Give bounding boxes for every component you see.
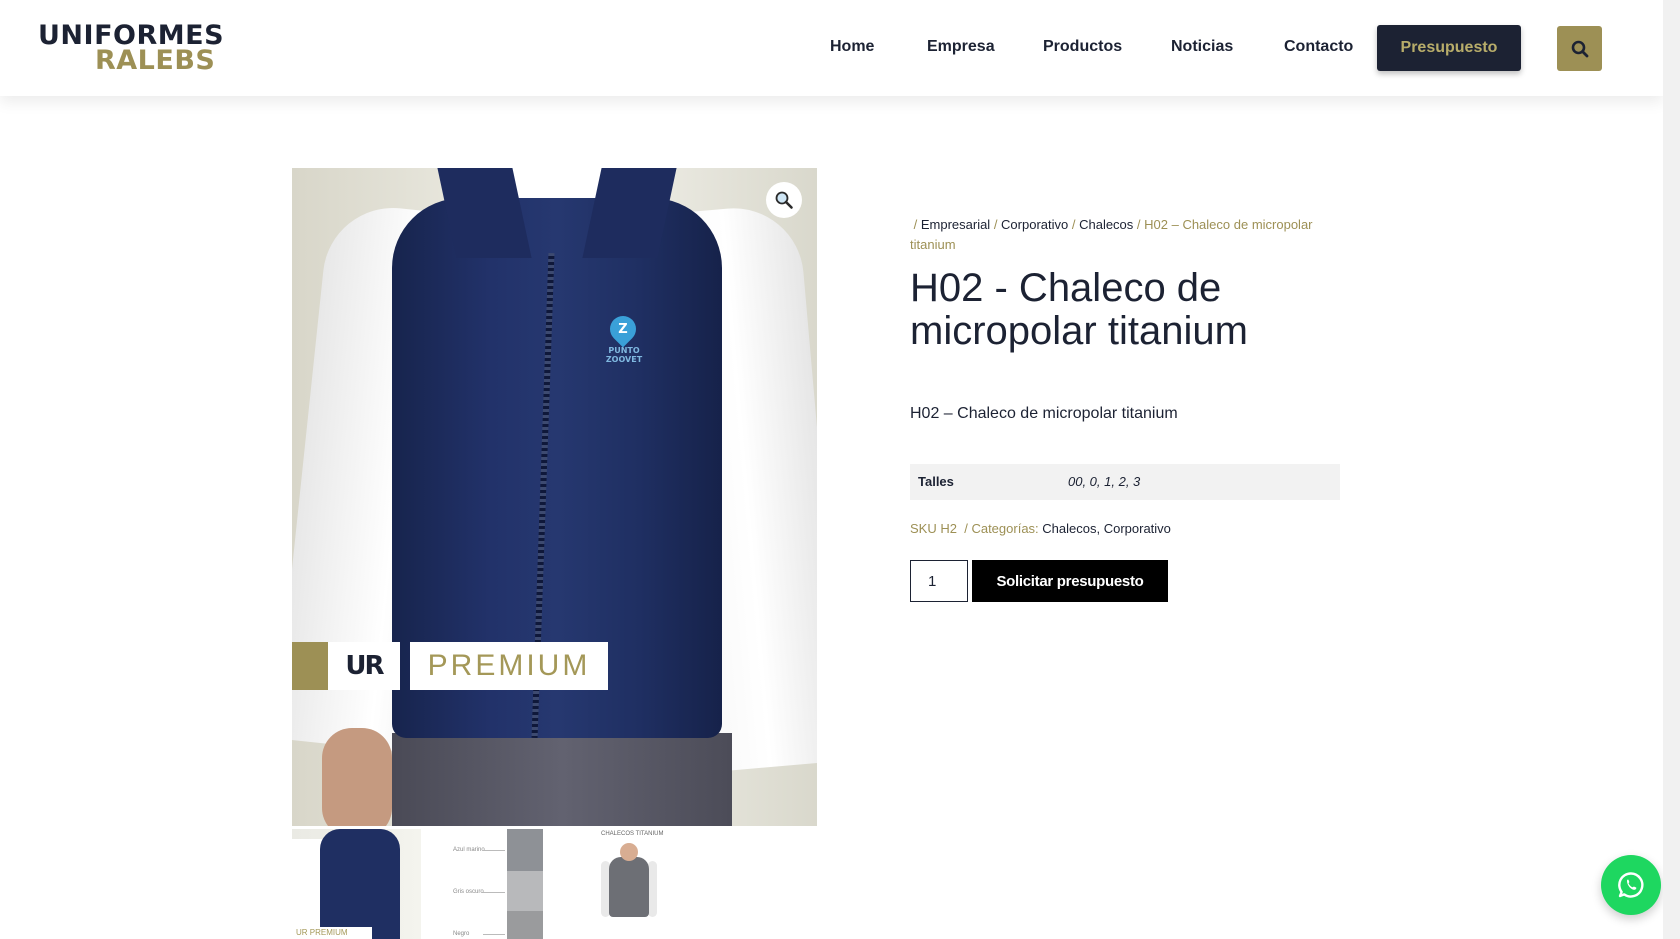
swatch-grey	[507, 871, 543, 911]
breadcrumb-sep: /	[910, 217, 921, 232]
category-link-corporativo[interactable]: Corporativo	[1104, 521, 1171, 536]
swatch-label-3: Negro	[453, 931, 470, 937]
swatch-label-1: Azul marino	[453, 847, 485, 853]
swatch-label-2: Gris oscuro	[453, 889, 484, 895]
map-pin-icon: Z	[604, 310, 642, 348]
presupuesto-button[interactable]: Presupuesto	[1377, 25, 1521, 71]
figure-arm-right	[648, 861, 657, 917]
breadcrumb-sep: /	[990, 217, 1002, 232]
product-main-image[interactable]: Z PUNTO ZOOVET UR PREMIUM	[292, 168, 817, 826]
nav-productos[interactable]: Productos	[1043, 38, 1122, 56]
premium-badge: PREMIUM	[410, 642, 608, 690]
request-quote-button[interactable]: Solicitar presupuesto	[972, 560, 1168, 602]
figure-head	[620, 843, 638, 861]
swatch-line-3	[483, 934, 505, 935]
site-header: UNIFORMES RALEBS Home Empresa Productos …	[0, 0, 1663, 96]
embroidered-logo-text: PUNTO ZOOVET	[605, 346, 643, 364]
search-icon	[1571, 40, 1588, 57]
figure-vest	[609, 857, 649, 917]
site-logo[interactable]: UNIFORMES RALEBS	[38, 22, 228, 76]
meta-sep: /	[960, 521, 972, 536]
product-meta: SKU H2 / Categorías: Chalecos, Corporati…	[910, 521, 1171, 536]
swatch-line-1	[483, 850, 505, 851]
category-link-chalecos[interactable]: Chalecos	[1042, 521, 1096, 536]
thumb-sleeve	[292, 839, 322, 939]
nav-contacto[interactable]: Contacto	[1284, 38, 1353, 56]
embroidered-logo: Z PUNTO ZOOVET	[602, 310, 642, 376]
page-scrollbar[interactable]	[1663, 0, 1680, 939]
hand	[322, 728, 392, 826]
breadcrumb: / Empresarial / Corporativo / Chalecos /…	[910, 215, 1330, 255]
zoom-button[interactable]	[766, 182, 802, 218]
whatsapp-icon	[1618, 872, 1644, 898]
gallery-thumbnail-1[interactable]: UR PREMIUM	[292, 829, 421, 939]
categories-label: Categorías:	[971, 521, 1039, 536]
swatch-line-2	[483, 892, 505, 893]
thumb-vest	[320, 829, 400, 939]
breadcrumb-sep: /	[1133, 217, 1145, 232]
breadcrumb-chalecos[interactable]: Chalecos	[1079, 217, 1133, 232]
pants	[392, 733, 732, 826]
thumb-badge-text: UR PREMIUM	[296, 928, 348, 937]
sku-value: H2	[940, 521, 957, 536]
quantity-input[interactable]	[910, 560, 968, 602]
product-title: H02 - Chaleco de micropolar titanium	[910, 266, 1248, 353]
attributes-table: Talles 00, 0, 1, 2, 3	[910, 464, 1340, 500]
swatch-navy	[507, 829, 543, 871]
nav-empresa[interactable]: Empresa	[927, 38, 995, 56]
gallery-thumbnail-3[interactable]: CHALECOS TITANIUM	[571, 829, 700, 939]
size-chart-title: CHALECOS TITANIUM	[601, 831, 664, 837]
nav-home[interactable]: Home	[830, 38, 874, 56]
search-button[interactable]	[1557, 26, 1602, 71]
nav-noticias[interactable]: Noticias	[1171, 38, 1233, 56]
magnifier-icon	[775, 191, 793, 209]
meta-comma: ,	[1096, 521, 1104, 536]
thumb-badge: UR PREMIUM	[292, 927, 372, 939]
breadcrumb-sep: /	[1068, 217, 1080, 232]
product-short-description: H02 – Chaleco de micropolar titanium	[910, 405, 1178, 422]
premium-band-accent	[292, 642, 328, 690]
attribute-label-talles: Talles	[918, 474, 954, 489]
logo-line-2: RALEBS	[95, 45, 216, 76]
whatsapp-chat-button[interactable]	[1601, 855, 1661, 915]
sku-label: SKU	[910, 521, 937, 536]
swatch-black	[507, 911, 543, 939]
attribute-value-talles: 00, 0, 1, 2, 3	[1068, 474, 1141, 489]
ur-badge: UR	[328, 642, 400, 690]
breadcrumb-empresarial[interactable]: Empresarial	[921, 217, 990, 232]
gallery-thumbnail-2[interactable]: Azul marino Gris oscuro Negro	[431, 829, 560, 939]
breadcrumb-corporativo[interactable]: Corporativo	[1001, 217, 1068, 232]
